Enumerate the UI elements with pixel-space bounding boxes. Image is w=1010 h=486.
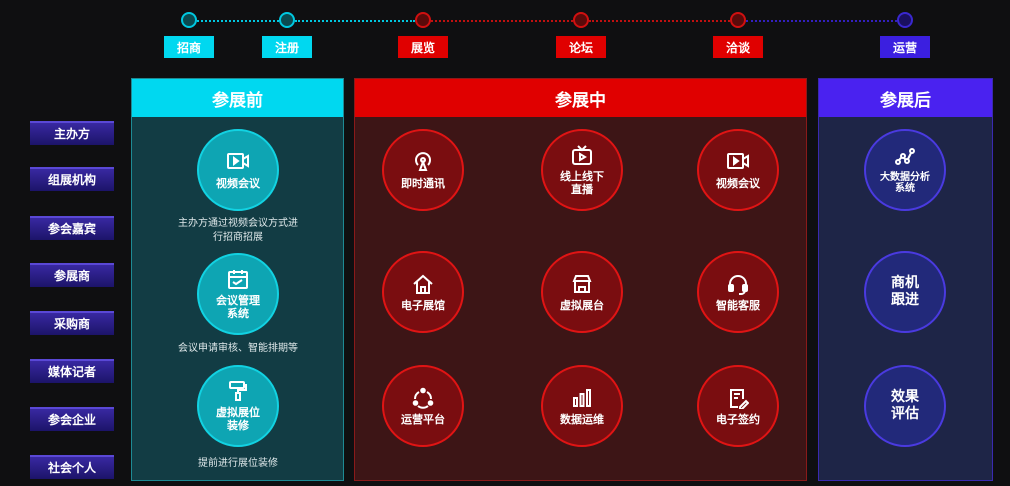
timeline-step-1: 招商 <box>164 36 214 58</box>
timeline-step-2: 注册 <box>262 36 312 58</box>
timeline-segment-3 <box>431 20 573 22</box>
timeline-dot-2 <box>279 12 295 28</box>
panel-before-title: 参展前 <box>132 79 343 117</box>
feature-instant-messaging[interactable]: 即时通讯 <box>382 129 464 211</box>
feature-electronic-hall[interactable]: 电子展馆 <box>382 251 464 333</box>
timeline-step-4: 论坛 <box>556 36 606 58</box>
feature-label: 大数据分析 系统 <box>880 172 930 194</box>
role-item: 参会嘉宾 <box>30 216 114 240</box>
feature-label: 线上线下 直播 <box>560 170 604 196</box>
timeline-dot-1 <box>181 12 197 28</box>
timeline-dot-3 <box>415 12 431 28</box>
feature-label: 智能客服 <box>716 298 760 312</box>
feature-data-operations[interactable]: 数据运维 <box>541 365 623 447</box>
feature-label: 数据运维 <box>560 412 604 426</box>
timeline-dot-6 <box>897 12 913 28</box>
panel-during-title: 参展中 <box>355 79 806 117</box>
timeline-dot-5 <box>730 12 746 28</box>
paint-roller-icon <box>229 381 247 401</box>
feature-label: 效果 评估 <box>891 389 919 422</box>
role-item: 媒体记者 <box>30 359 114 383</box>
bar-chart-icon <box>573 388 591 407</box>
feature-effect-evaluation[interactable]: 效果 评估 <box>864 365 946 447</box>
analytics-icon <box>895 148 915 165</box>
panel-before: 参展前 视频会议 主办方通过视频会议方式进行招商招展 会议管理 系统 会议申请审… <box>131 78 344 481</box>
feature-label: 视频会议 <box>716 176 760 190</box>
feature-video-conference[interactable]: 视频会议 <box>197 129 279 211</box>
contract-icon <box>730 388 749 409</box>
broadcast-icon <box>415 151 431 171</box>
feature-label: 运营平台 <box>401 412 445 426</box>
timeline-dot-4 <box>573 12 589 28</box>
timeline-step-5: 洽谈 <box>713 36 763 58</box>
feature-label: 虚拟展位 装修 <box>216 406 260 432</box>
feature-virtual-booth[interactable]: 虚拟展台 <box>541 251 623 333</box>
feature-label: 电子签约 <box>716 412 760 426</box>
feature-business-followup[interactable]: 商机 跟进 <box>864 251 946 333</box>
house-icon <box>413 274 433 294</box>
timeline-segment-2 <box>295 20 415 22</box>
feature-description: 会议申请审核、智能排期等 <box>178 343 298 354</box>
role-item: 社会个人 <box>30 455 114 479</box>
role-item: 参会企业 <box>30 407 114 431</box>
role-item: 组展机构 <box>30 167 114 191</box>
timeline-segment-4 <box>589 20 730 22</box>
feature-smart-customer-service[interactable]: 智能客服 <box>697 251 779 333</box>
panel-after: 参展后 大数据分析 系统 商机 跟进 效果 评估 <box>818 78 993 481</box>
calendar-icon <box>228 270 248 289</box>
feature-label: 视频会议 <box>216 176 260 190</box>
feature-e-signing[interactable]: 电子签约 <box>697 365 779 447</box>
feature-big-data-analytics[interactable]: 大数据分析 系统 <box>864 129 946 211</box>
feature-description: 提前进行展位装修 <box>198 458 278 469</box>
feature-label: 电子展馆 <box>401 298 445 312</box>
cycle-icon <box>412 387 434 409</box>
booth-icon <box>572 274 592 293</box>
video-icon <box>227 152 249 169</box>
feature-description: 主办方通过视频会议方式进行招商招展 <box>178 218 298 243</box>
tv-icon <box>572 145 592 165</box>
video-icon <box>727 152 749 169</box>
panel-during: 参展中 即时通讯 线上线下 直播 视频会议 电子展馆 虚拟展台 智能客服 运营平… <box>354 78 807 481</box>
timeline-segment-1 <box>197 20 279 22</box>
panel-after-title: 参展后 <box>819 79 992 117</box>
feature-label: 商机 跟进 <box>891 275 919 308</box>
feature-live-stream[interactable]: 线上线下 直播 <box>541 129 623 211</box>
role-item: 主办方 <box>30 121 114 145</box>
timeline-step-6: 运营 <box>880 36 930 58</box>
feature-operations-platform[interactable]: 运营平台 <box>382 365 464 447</box>
feature-label: 虚拟展台 <box>560 298 604 312</box>
feature-label: 会议管理 系统 <box>216 294 260 320</box>
role-item: 采购商 <box>30 311 114 335</box>
role-item: 参展商 <box>30 263 114 287</box>
feature-video-conference[interactable]: 视频会议 <box>697 129 779 211</box>
timeline-step-3: 展览 <box>398 36 448 58</box>
feature-meeting-management[interactable]: 会议管理 系统 <box>197 253 279 335</box>
timeline-segment-5 <box>746 20 897 22</box>
headset-icon <box>728 274 748 295</box>
feature-virtual-booth-decoration[interactable]: 虚拟展位 装修 <box>197 365 279 447</box>
feature-label: 即时通讯 <box>401 176 445 190</box>
